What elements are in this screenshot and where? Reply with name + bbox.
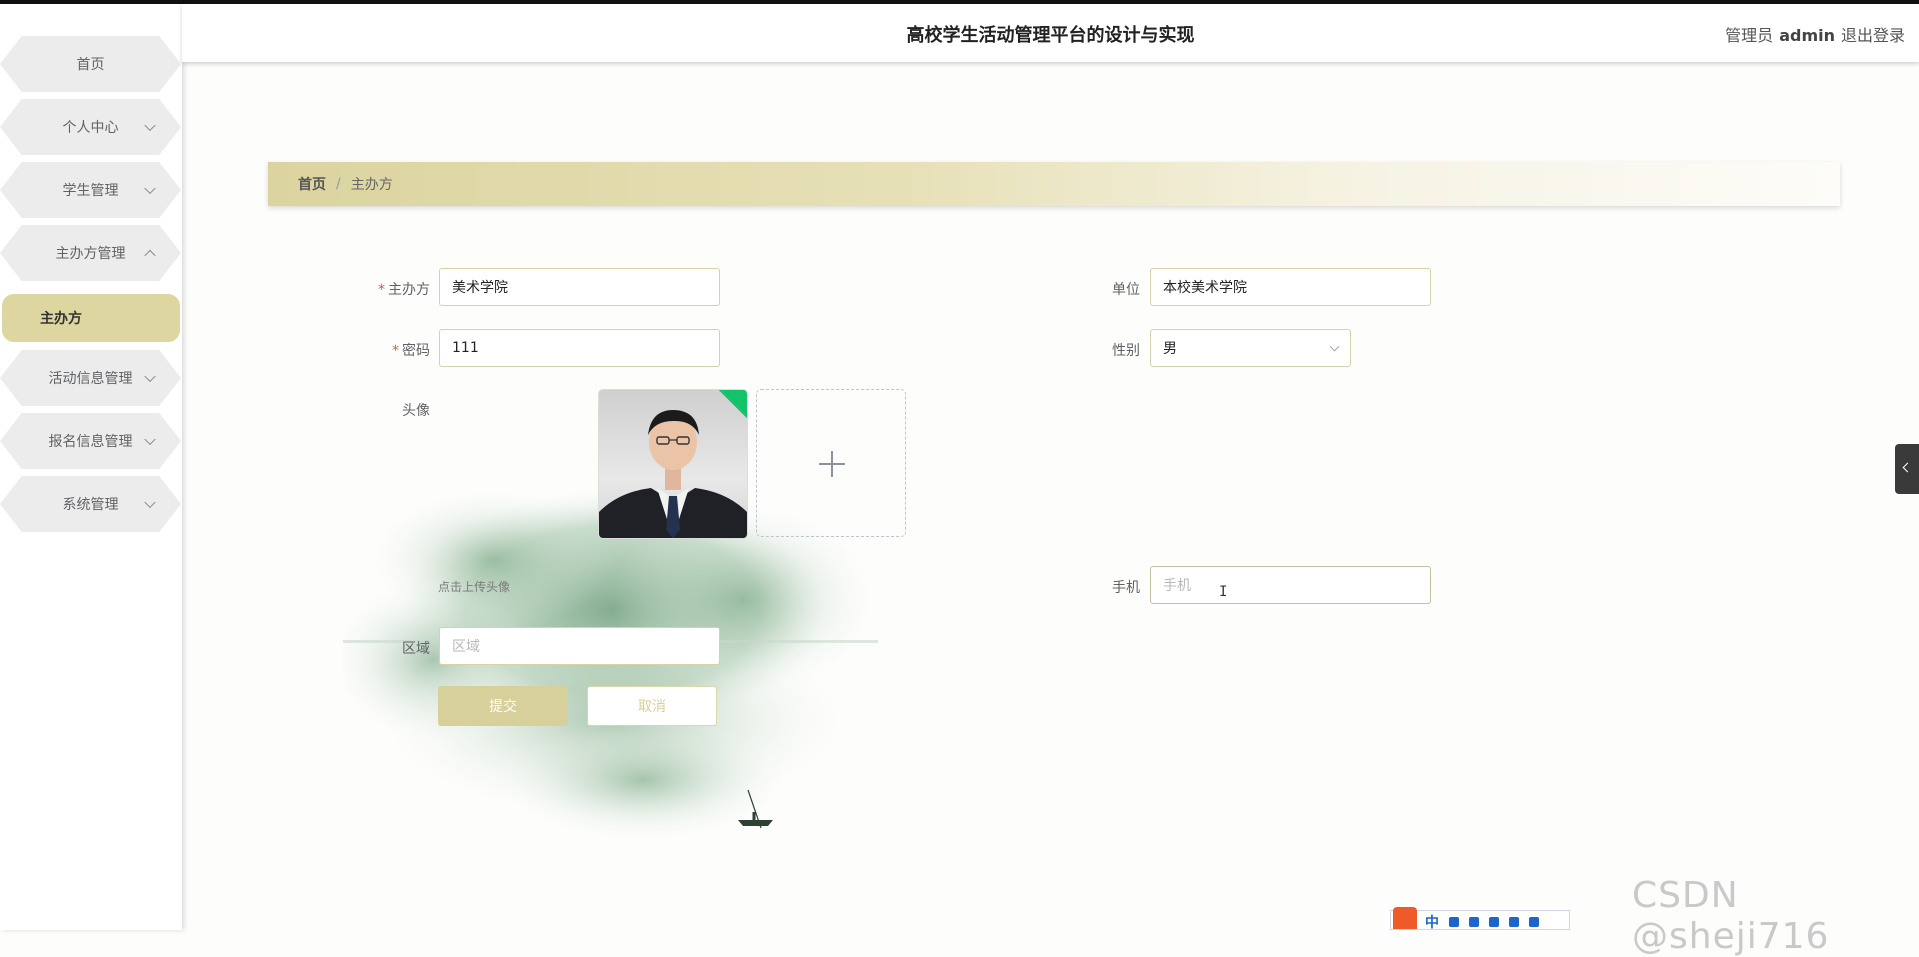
chevron-down-icon [144, 182, 156, 195]
person-photo-icon [599, 410, 747, 538]
avatar-image[interactable] [598, 389, 748, 539]
ime-punctuation-icon [1449, 917, 1459, 927]
sidebar-item-system-management[interactable]: 系统管理 [0, 476, 181, 532]
user-role: 管理员 [1725, 26, 1774, 45]
sidebar-item-label: 学生管理 [62, 183, 119, 199]
organizer-input[interactable]: 美术学院 [439, 268, 720, 306]
user-info: 管理员 admin 退出登录 [1719, 22, 1905, 46]
gender-select[interactable]: 男 [1150, 329, 1351, 367]
sidebar-item-label: 主办方管理 [55, 246, 126, 262]
text-cursor-icon: I [1219, 584, 1228, 600]
watermark: CSDN @sheji716 [1632, 875, 1830, 957]
ime-logo-icon [1393, 907, 1417, 929]
phone-label: 手机 [1112, 580, 1140, 596]
sidebar-item-student-management[interactable]: 学生管理 [0, 162, 181, 218]
sidebar-item-label: 个人中心 [62, 120, 119, 136]
ime-skin-icon [1509, 917, 1519, 927]
region-label: 区域 [402, 641, 430, 657]
gender-label: 性别 [1112, 343, 1140, 359]
ime-mode-label: 中 [1425, 915, 1439, 931]
required-mark: * [378, 282, 385, 298]
submit-button[interactable]: 提交 [438, 686, 568, 726]
unit-input[interactable]: 本校美术学院 [1150, 268, 1431, 306]
sidebar-item-organizer-management[interactable]: 主办方管理 [0, 225, 181, 281]
breadcrumb-separator: / [336, 176, 341, 192]
password-label: * 密码 [392, 343, 430, 359]
sidebar-subitem-organizer[interactable]: 主办方 [2, 294, 180, 342]
chevron-down-icon [1329, 341, 1340, 352]
sidebar-item-label: 首页 [76, 57, 105, 73]
sidebar-subitem-label: 主办方 [40, 311, 82, 327]
chevron-down-icon [144, 119, 156, 132]
sidebar-item-label: 系统管理 [62, 497, 119, 513]
breadcrumb-home[interactable]: 首页 [298, 174, 326, 194]
chevron-down-icon [144, 370, 156, 383]
sidebar-item-label: 报名信息管理 [48, 434, 133, 450]
sidebar-item-home[interactable]: 首页 [0, 36, 181, 92]
plus-icon-vertical [831, 451, 833, 477]
logout-link[interactable]: 退出登录 [1841, 26, 1905, 45]
drawer-toggle-button[interactable] [1895, 444, 1919, 494]
page-title: 高校学生活动管理平台的设计与实现 [906, 25, 1195, 46]
organizer-label: * 主办方 [378, 282, 430, 298]
breadcrumb-current: 主办方 [350, 177, 393, 193]
gender-selected-value: 男 [1163, 341, 1177, 357]
chevron-left-icon [1902, 462, 1913, 473]
password-input[interactable]: 111 [439, 329, 720, 367]
sidebar-item-registration-management[interactable]: 报名信息管理 [0, 413, 181, 469]
cancel-button[interactable]: 取消 [587, 686, 717, 726]
username: admin [1779, 26, 1835, 45]
sidebar-item-personal-center[interactable]: 个人中心 [0, 99, 181, 155]
avatar-label: 头像 [402, 403, 430, 419]
ime-tools-icon [1529, 917, 1539, 927]
required-mark: * [392, 343, 399, 359]
ime-microphone-icon [1469, 917, 1479, 927]
sidebar-item-label: 活动信息管理 [48, 371, 133, 387]
breadcrumb: 首页 / 主办方 [268, 162, 1840, 206]
upload-hint: 点击上传头像 [438, 580, 511, 594]
ime-keyboard-icon [1489, 917, 1499, 927]
region-input[interactable]: 区域 [439, 627, 720, 665]
top-header: 高校学生活动管理平台的设计与实现 管理员 admin 退出登录 [182, 4, 1919, 62]
unit-label: 单位 [1112, 282, 1140, 298]
phone-input[interactable]: 手机 [1150, 566, 1431, 604]
ime-toolbar: 中 [1390, 907, 1570, 931]
chevron-up-icon [144, 249, 156, 262]
sidebar: 首页 个人中心 学生管理 主办方管理 主办方 活动信息管理 报名信息管理 系统管… [0, 4, 182, 930]
chevron-down-icon [144, 433, 156, 446]
sidebar-item-activity-management[interactable]: 活动信息管理 [0, 350, 181, 406]
ink-wash-background-image [343, 490, 878, 840]
avatar-upload-button[interactable] [756, 389, 906, 537]
chevron-down-icon [144, 496, 156, 509]
